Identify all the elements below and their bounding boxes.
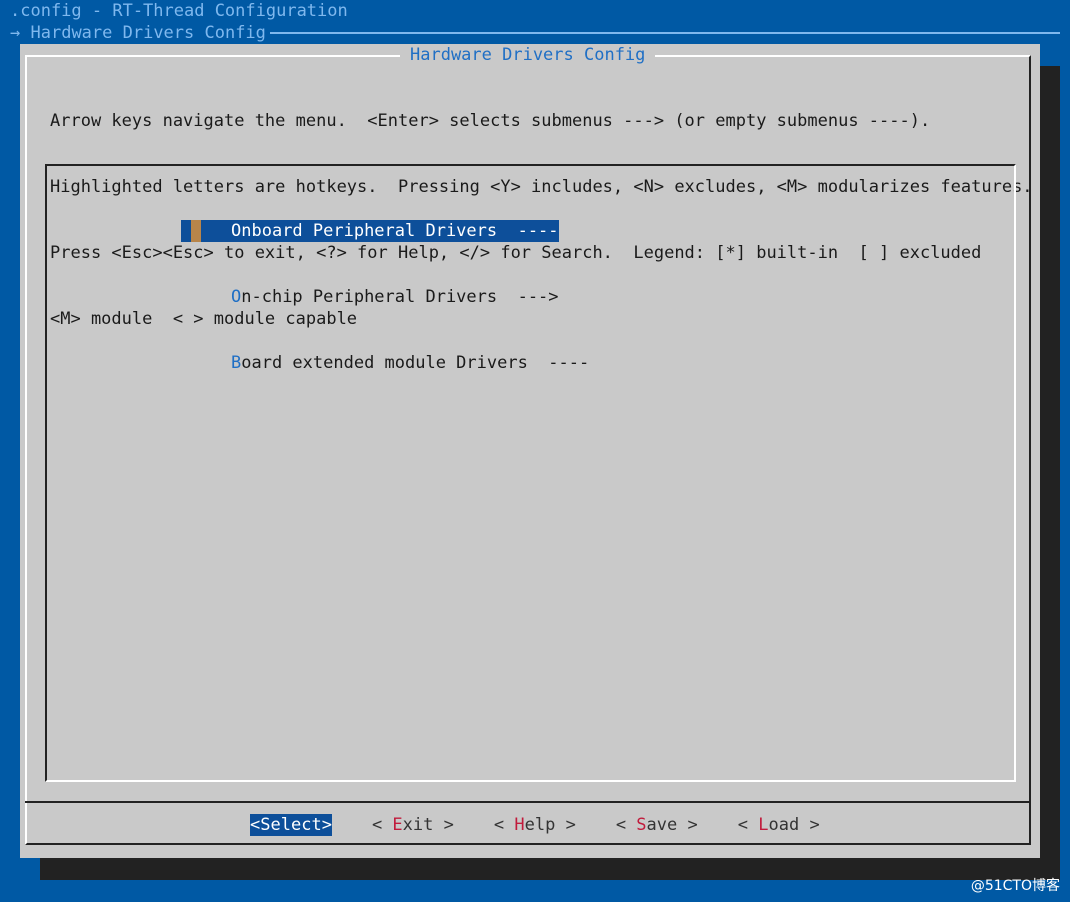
menu-item-label: nboard Peripheral Drivers ---- xyxy=(241,221,559,241)
button-bar: <Select> < Exit > < Help > < Save > < Lo… xyxy=(250,814,860,836)
menu-list: Onboard Peripheral Drivers ---- On-chip … xyxy=(181,176,589,418)
menu-list-box: Onboard Peripheral Drivers ---- On-chip … xyxy=(45,164,1016,782)
breadcrumb: → Hardware Drivers Config xyxy=(10,22,266,44)
menu-item-onboard-peripheral-drivers[interactable]: Onboard Peripheral Drivers ---- xyxy=(181,220,589,242)
menu-item-board-extended-module-drivers[interactable]: Board extended module Drivers ---- xyxy=(181,352,589,374)
menu-item-label: oard extended module Drivers ---- xyxy=(241,353,590,373)
load-button[interactable]: < Load > xyxy=(738,814,820,836)
menu-item-hotkey: O xyxy=(231,221,242,241)
menu-item-label: n-chip Peripheral Drivers ---> xyxy=(241,287,559,307)
breadcrumb-arrow-icon: → xyxy=(10,23,21,43)
breadcrumb-label: Hardware Drivers Config xyxy=(30,23,266,43)
window-title: .config - RT-Thread Configuration xyxy=(10,1,348,21)
watermark: @51CTO博客 xyxy=(970,878,1060,894)
menu-item-hotkey: O xyxy=(231,287,242,307)
dialog-title: Hardware Drivers Config xyxy=(400,44,656,66)
menu-item-hotkey: B xyxy=(231,353,242,373)
menu-item-on-chip-peripheral-drivers[interactable]: On-chip Peripheral Drivers ---> xyxy=(181,286,589,308)
exit-button[interactable]: < Exit > xyxy=(372,814,454,836)
save-button[interactable]: < Save > xyxy=(616,814,698,836)
selection-marker xyxy=(181,220,191,242)
button-divider xyxy=(25,801,1031,803)
help-line: Arrow keys navigate the menu. <Enter> se… xyxy=(50,111,931,131)
breadcrumb-rule xyxy=(270,32,1060,34)
cursor-marker xyxy=(191,220,201,242)
help-button[interactable]: < Help > xyxy=(494,814,576,836)
select-button[interactable]: <Select> xyxy=(250,814,332,836)
config-dialog: Hardware Drivers Config Arrow keys navig… xyxy=(20,44,1040,858)
